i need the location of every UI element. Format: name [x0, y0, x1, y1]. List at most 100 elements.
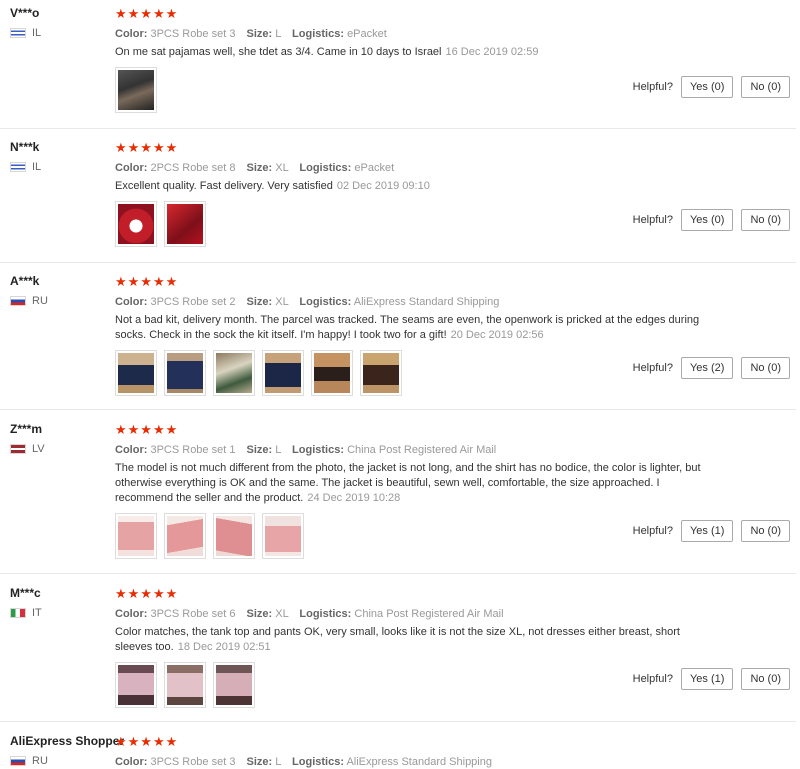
order-properties: Color: 2PCS Robe set 8 Size: XL Logistic… — [115, 162, 715, 174]
review-photo[interactable] — [213, 662, 255, 708]
review-item: V***o IL ★★★★★ Color: 3PCS Robe set 3 Si… — [0, 0, 796, 129]
color-label: Color: — [115, 296, 148, 308]
logistics-label: Logistics: — [299, 608, 352, 620]
review-photo[interactable] — [115, 513, 157, 559]
helpful-no-button[interactable]: No (0) — [741, 357, 790, 379]
size-label: Size: — [246, 444, 273, 456]
helpful-label: Helpful? — [632, 673, 673, 685]
helpful-yes-button[interactable]: Yes (2) — [680, 357, 734, 379]
flag-icon — [10, 162, 26, 172]
review-photo[interactable] — [115, 67, 157, 113]
size-value: XL — [275, 296, 289, 308]
flag-icon — [10, 296, 26, 306]
review-photo[interactable] — [262, 513, 304, 559]
size-label: Size: — [246, 756, 273, 768]
review-photo[interactable] — [262, 350, 304, 396]
size-label: Size: — [246, 608, 273, 620]
helpful-yes-button[interactable]: Yes (1) — [680, 668, 734, 690]
star-rating: ★★★★★ — [115, 140, 179, 155]
logistics-label: Logistics: — [292, 28, 344, 40]
buyer-country: IL — [10, 27, 41, 39]
country-code: IL — [32, 161, 42, 173]
buyer-info: N***k IL — [10, 140, 41, 173]
review-date: 20 Dec 2019 02:56 — [450, 329, 544, 341]
buyer-country: LV — [10, 443, 45, 455]
review-content: ★★★★★ Color: 2PCS Robe set 8 Size: XL Lo… — [115, 140, 715, 247]
size-label: Size: — [246, 296, 273, 308]
logistics-value: China Post Registered Air Mail — [347, 444, 497, 456]
helpful-yes-button[interactable]: Yes (0) — [680, 76, 734, 98]
review-content: ★★★★★ Color: 3PCS Robe set 3 Size: L Log… — [115, 6, 715, 113]
size-value: L — [275, 28, 281, 40]
review-photos — [115, 201, 715, 247]
feedback-text: On me sat pajamas well, she tdet as 3/4.… — [115, 46, 442, 58]
size-label: Size: — [246, 162, 273, 174]
review-photo[interactable] — [213, 350, 255, 396]
buyer-info: AliExpress Shopper RU — [10, 734, 124, 767]
review-content: ★★★★★ Color: 3PCS Robe set 1 Size: L Log… — [115, 422, 715, 559]
color-label: Color: — [115, 28, 148, 40]
star-rating: ★★★★★ — [115, 734, 179, 749]
helpful-no-button[interactable]: No (0) — [741, 76, 790, 98]
review-item: A***k RU ★★★★★ Color: 3PCS Robe set 2 Si… — [0, 268, 796, 410]
review-photo[interactable] — [311, 350, 353, 396]
buyer-info: M***c IT — [10, 586, 42, 619]
review-photo[interactable] — [213, 513, 255, 559]
color-value: 3PCS Robe set 2 — [150, 296, 236, 308]
helpful-no-button[interactable]: No (0) — [741, 668, 790, 690]
logistics-value: China Post Registered Air Mail — [354, 608, 504, 620]
star-rating: ★★★★★ — [115, 422, 179, 437]
order-properties: Color: 3PCS Robe set 6 Size: XL Logistic… — [115, 608, 715, 620]
review-text: The model is not much different from the… — [115, 461, 705, 506]
order-properties: Color: 3PCS Robe set 1 Size: L Logistics… — [115, 444, 715, 456]
star-rating: ★★★★★ — [115, 274, 179, 289]
review-photo[interactable] — [164, 662, 206, 708]
review-photo[interactable] — [115, 662, 157, 708]
country-code: IL — [32, 27, 42, 39]
review-photo[interactable] — [164, 513, 206, 559]
helpful-label: Helpful? — [632, 214, 673, 226]
review-photos — [115, 67, 715, 113]
feedback-text: Excellent quality. Fast delivery. Very s… — [115, 180, 333, 192]
country-code: RU — [32, 755, 48, 767]
color-label: Color: — [115, 756, 148, 768]
country-code: LV — [32, 443, 45, 455]
review-item: M***c IT ★★★★★ Color: 3PCS Robe set 6 Si… — [0, 580, 796, 722]
review-photo[interactable] — [164, 350, 206, 396]
size-label: Size: — [246, 28, 273, 40]
size-value: L — [275, 444, 281, 456]
review-content: ★★★★★ Color: 3PCS Robe set 2 Size: XL Lo… — [115, 274, 715, 396]
review-photo[interactable] — [360, 350, 402, 396]
helpful-yes-button[interactable]: Yes (1) — [680, 520, 734, 542]
flag-icon — [10, 444, 26, 454]
helpful-no-button[interactable]: No (0) — [741, 209, 790, 231]
review-photos — [115, 350, 715, 396]
flag-icon — [10, 28, 26, 38]
buyer-name: M***c — [10, 586, 41, 600]
buyer-country: RU — [10, 755, 124, 767]
color-value: 3PCS Robe set 1 — [150, 444, 236, 456]
logistics-label: Logistics: — [292, 444, 344, 456]
logistics-label: Logistics: — [299, 162, 352, 174]
flag-icon — [10, 608, 26, 618]
country-code: IT — [32, 607, 42, 619]
helpful-vote: Helpful? Yes (0) No (0) — [633, 76, 790, 98]
buyer-name: AliExpress Shopper — [10, 734, 125, 748]
buyer-info: A***k RU — [10, 274, 48, 307]
feedback-text: The model is not much different from the… — [115, 462, 701, 504]
logistics-value: ePacket — [354, 162, 395, 174]
review-content: ★★★★★ Color: 3PCS Robe set 3 Size: L Log… — [115, 734, 715, 768]
logistics-label: Logistics: — [292, 756, 344, 768]
review-photo[interactable] — [115, 201, 157, 247]
country-code: RU — [32, 295, 48, 307]
helpful-vote: Helpful? Yes (1) No (0) — [633, 520, 790, 542]
review-date: 24 Dec 2019 10:28 — [307, 492, 401, 504]
color-label: Color: — [115, 444, 148, 456]
review-photo[interactable] — [115, 350, 157, 396]
review-item: AliExpress Shopper RU ★★★★★ Color: 3PCS … — [0, 728, 796, 769]
review-text: Not a bad kit, delivery month. The parce… — [115, 313, 705, 343]
review-photo[interactable] — [164, 201, 206, 247]
helpful-no-button[interactable]: No (0) — [741, 520, 790, 542]
helpful-vote: Helpful? Yes (0) No (0) — [633, 209, 790, 231]
helpful-yes-button[interactable]: Yes (0) — [680, 209, 734, 231]
